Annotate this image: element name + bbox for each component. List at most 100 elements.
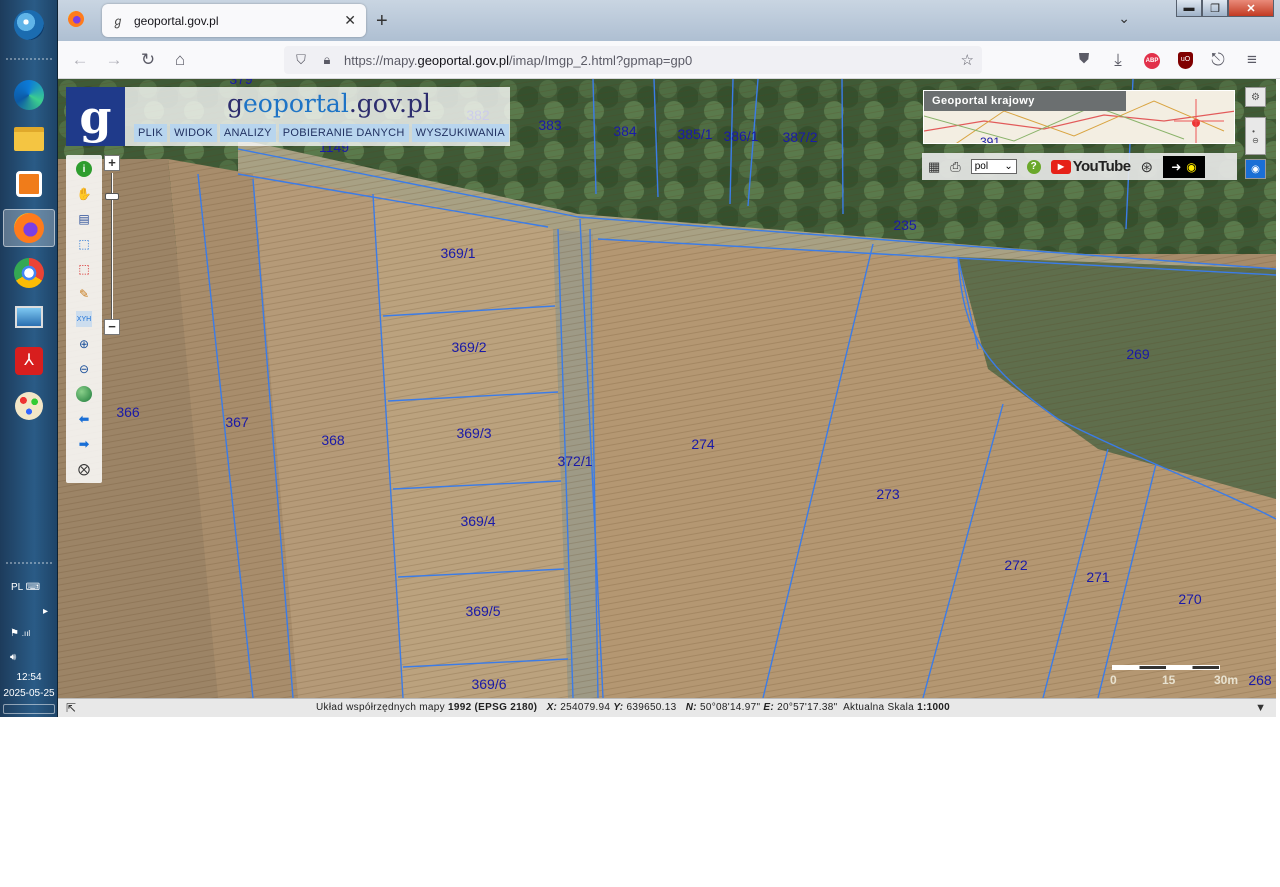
file-explorer-taskbar-button[interactable] — [3, 120, 55, 158]
layer-switch-icon[interactable]: • ⊖ — [1245, 117, 1266, 155]
menu-pobieranie-danych[interactable]: POBIERANIE DANYCH — [278, 124, 409, 142]
overview-map[interactable]: Geoportal krajowy 391 393 — [923, 90, 1235, 144]
parcel-label[interactable]: 270 — [1178, 591, 1201, 607]
parcel-label[interactable]: 368 — [321, 432, 344, 448]
parcel-label[interactable]: 369/4 — [460, 513, 495, 529]
paint-taskbar-button[interactable] — [3, 387, 55, 425]
parcel-label[interactable]: 369/6 — [471, 676, 506, 692]
geoportal-logo-icon[interactable]: g — [66, 87, 125, 146]
parcel-label[interactable]: 386/1 — [723, 128, 758, 144]
list-all-tabs-icon[interactable]: ⌄ — [1118, 10, 1130, 27]
lock-icon[interactable]: 🔒︎ — [318, 52, 336, 68]
edge-taskbar-button[interactable] — [3, 76, 55, 114]
back-icon[interactable]: ← — [70, 50, 90, 70]
language-select[interactable]: pol ⌄ — [970, 159, 1017, 174]
menu-plik[interactable]: PLIK — [134, 124, 168, 142]
pan-hand-icon[interactable]: ✋ — [76, 186, 92, 202]
parcel-label[interactable]: 369/3 — [456, 425, 491, 441]
clock-time[interactable]: 12:54 — [0, 672, 58, 683]
parcel-label[interactable]: 385/1 — [677, 126, 712, 142]
accessibility-icon[interactable]: ⨂ — [76, 461, 92, 477]
parcel-label[interactable]: 379 — [229, 79, 252, 87]
extensions-icon[interactable]: ⎋ — [1208, 50, 1228, 70]
select-area-icon[interactable]: ⬚ — [76, 236, 92, 252]
parcel-label[interactable]: 274 — [691, 436, 714, 452]
parcel-label[interactable]: 235 — [893, 217, 916, 233]
acrobat-taskbar-button[interactable]: ⅄ — [3, 342, 55, 380]
parcel-label[interactable]: 367 — [225, 414, 248, 430]
photos-taskbar-button[interactable] — [3, 298, 55, 336]
select-rectangle-icon[interactable]: ⬚ — [76, 261, 92, 277]
parcel-label[interactable]: 268 — [1248, 672, 1271, 688]
address-bar[interactable]: ⛉ 🔒︎ https://mapy. geoportal.gov.pl/imap/… — [284, 46, 982, 74]
new-tab-icon[interactable]: + — [376, 10, 388, 33]
expand-panel-icon[interactable]: ⇱ — [66, 701, 76, 715]
info-icon[interactable]: i — [76, 161, 92, 177]
parcel-label[interactable]: 369/5 — [465, 603, 500, 619]
reload-icon[interactable]: ↻ — [138, 50, 158, 70]
parcel-label[interactable]: 372/1 — [557, 453, 592, 469]
parcel-label[interactable]: 387/2 — [782, 129, 817, 145]
parcel-label[interactable]: 369/2 — [451, 339, 486, 355]
menu-wyszukiwania[interactable]: WYSZUKIWANIA — [411, 124, 510, 142]
parcel-label[interactable]: 366 — [116, 404, 139, 420]
high-contrast-toggle[interactable]: ➜ ◉ — [1163, 155, 1206, 178]
parcel-label[interactable]: 271 — [1086, 569, 1109, 585]
show-desktop-button[interactable] — [3, 704, 55, 714]
zoom-minus-button[interactable]: − — [104, 319, 120, 335]
pencil-icon[interactable]: ✎ — [76, 286, 92, 302]
close-window-icon[interactable]: ✕ — [1228, 0, 1274, 17]
restore-window-icon[interactable]: ❐ — [1202, 0, 1228, 17]
zoom-out-icon[interactable]: ⊖ — [76, 361, 92, 377]
firefox-taskbar-button[interactable] — [3, 209, 55, 247]
eye-view-icon[interactable]: ◉ — [1245, 159, 1266, 179]
collapse-status-icon[interactable]: ▼ — [1255, 702, 1266, 714]
full-extent-globe-icon[interactable] — [76, 386, 92, 402]
forward-icon[interactable]: → — [104, 50, 124, 70]
tray-expand-icon[interactable]: ▸ — [0, 606, 58, 617]
print-icon[interactable]: ⎙ — [950, 159, 960, 175]
zoom-plus-button[interactable]: + — [104, 155, 120, 171]
parcel-label[interactable]: 272 — [1004, 557, 1027, 573]
map-view[interactable]: 379 382 1149 383 384 385/1 386/1 387/2 2… — [58, 79, 1276, 698]
clock-date[interactable]: 2025-05-25 — [0, 688, 58, 699]
legend-icon[interactable]: ▦ — [928, 159, 940, 175]
parcel-label[interactable]: 273 — [876, 486, 899, 502]
zoom-slider[interactable]: + − — [104, 155, 122, 339]
parcel-label[interactable]: 383 — [538, 117, 561, 133]
menu-analizy[interactable]: ANALIZY — [219, 124, 276, 142]
layers-list-icon[interactable]: ▤ — [76, 211, 92, 227]
zoom-in-icon[interactable]: ⊕ — [76, 336, 92, 352]
home-icon[interactable]: ⌂ — [170, 50, 190, 70]
action-center-icon[interactable]: ⚑ .ııl — [0, 628, 58, 639]
minimize-window-icon[interactable]: ▬ — [1176, 0, 1202, 17]
xyh-coordinates-icon[interactable]: XYH — [76, 311, 92, 327]
zoom-thumb[interactable] — [105, 193, 119, 200]
settings-gears-icon[interactable]: ⚙ — [1245, 87, 1266, 107]
accessibility-wheel-icon[interactable]: ⊛ — [1140, 158, 1153, 176]
pocket-icon[interactable]: ⛊ — [1074, 50, 1094, 67]
app-menu-icon[interactable]: ≡ — [1242, 50, 1262, 70]
previous-extent-icon[interactable]: ⬅ — [76, 411, 92, 427]
windows-start-button[interactable] — [3, 6, 55, 44]
parcel-label[interactable]: 269 — [1126, 346, 1149, 362]
parcel-label[interactable]: 369/1 — [440, 245, 475, 261]
youtube-link[interactable]: ▶ YouTube — [1050, 158, 1131, 175]
adblock-plus-icon[interactable]: ABP — [1144, 53, 1160, 69]
parcel-label[interactable]: 384 — [613, 123, 636, 139]
network-signal-icon[interactable]: .ııl — [22, 629, 30, 638]
firefox-view-icon[interactable] — [68, 11, 84, 27]
media-player-taskbar-button[interactable] — [3, 165, 55, 203]
language-indicator[interactable]: PL ⌨ — [0, 582, 58, 593]
bookmark-star-icon[interactable]: ☆ — [961, 51, 974, 69]
chrome-taskbar-button[interactable] — [3, 254, 55, 292]
help-icon[interactable]: ? — [1026, 159, 1041, 174]
downloads-icon[interactable]: ⤓ — [1108, 50, 1128, 70]
tracking-protection-shield-icon[interactable]: ⛉ — [292, 52, 310, 68]
close-tab-icon[interactable]: ✕ — [344, 12, 356, 29]
volume-icon[interactable]: 🔊︎ — [0, 652, 58, 663]
ublock-origin-icon[interactable]: uO — [1178, 52, 1193, 69]
next-extent-icon[interactable]: ➡ — [76, 436, 92, 452]
menu-widok[interactable]: WIDOK — [170, 124, 217, 142]
browser-tab-active[interactable]: ℊ geoportal.gov.pl ✕ — [102, 4, 366, 37]
